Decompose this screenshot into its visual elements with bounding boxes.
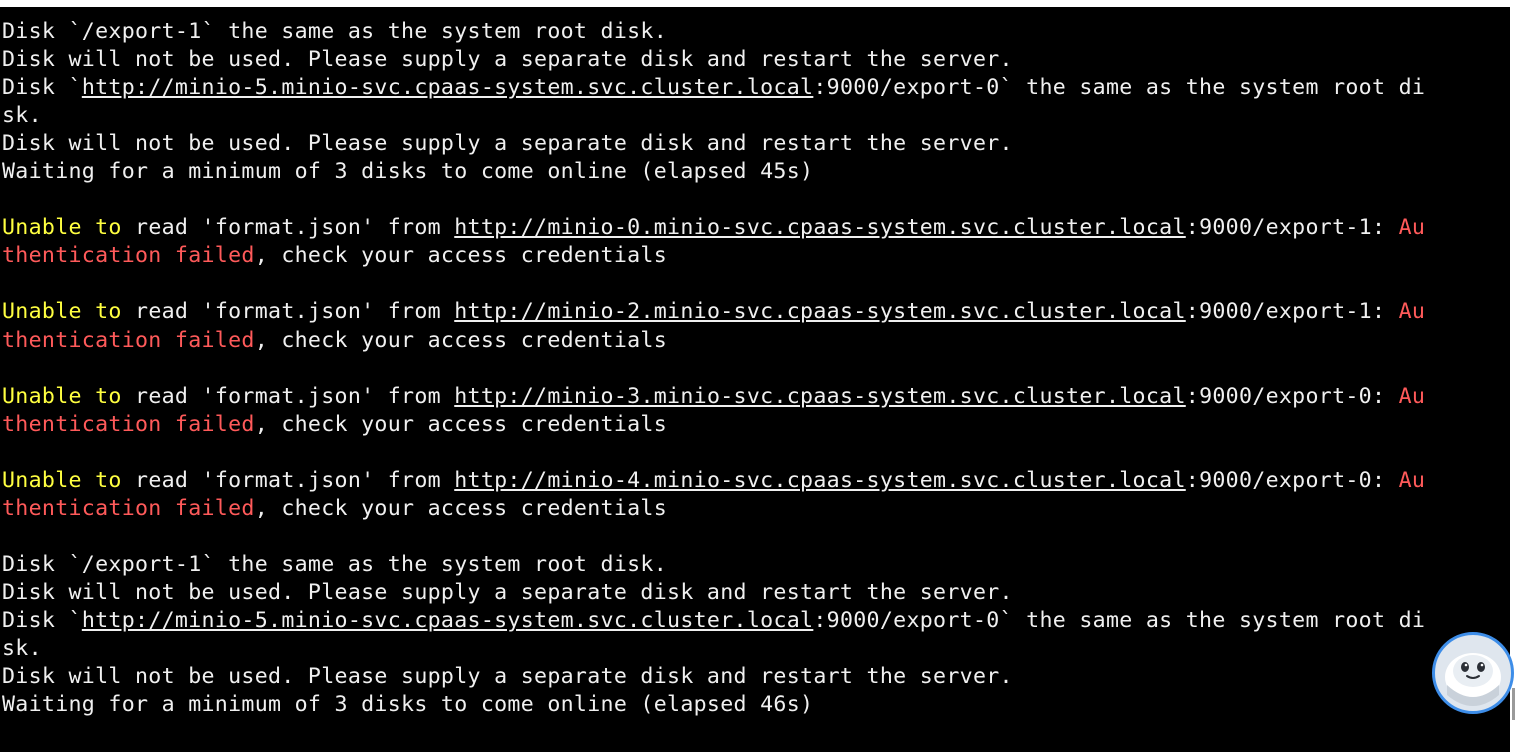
log-text: Au [1398,467,1426,493]
log-text: , check your access credentials [254,411,668,437]
log-text: Disk ` [2,607,82,633]
terminal-line: Unable to read 'format.json' from http:/… [2,467,1425,495]
terminal-line: Disk `/export-1` the same as the system … [2,551,1425,579]
terminal-window[interactable]: Disk `/export-1` the same as the system … [0,7,1510,752]
log-text: Disk will not be used. Please supply a s… [2,579,1013,605]
log-text: , check your access credentials [254,495,668,521]
log-text: Waiting for a minimum of 3 disks to come… [2,159,814,185]
log-url-link[interactable]: http://minio-0.minio-svc.cpaas-system.sv… [454,215,1186,240]
terminal-line: Disk will not be used. Please supply a s… [2,46,1425,74]
log-text: Disk `/export-1` the same as the system … [2,551,668,577]
log-text: :9000/export-1: [1185,215,1399,241]
log-text: read 'format.json' from [121,467,455,493]
log-text: read 'format.json' from [121,215,455,241]
log-text: :9000/export-0: [1185,383,1399,409]
log-text: read 'format.json' from [121,299,455,325]
log-text: read 'format.json' from [121,383,455,409]
terminal-line: Unable to read 'format.json' from http:/… [2,383,1425,411]
log-text: Disk will not be used. Please supply a s… [2,131,1013,157]
log-text: Au [1398,299,1426,325]
terminal-line: thentication failed, check your access c… [2,242,1425,270]
log-text: :9000/export-0` the same as the system r… [813,607,1426,633]
terminal-line: sk. [2,102,1425,130]
log-text: Au [1398,215,1426,241]
log-text: thentication failed [2,411,255,437]
log-url-link[interactable]: http://minio-4.minio-svc.cpaas-system.sv… [454,468,1186,493]
log-text: Unable to [2,299,122,325]
terminal-line: Waiting for a minimum of 3 disks to come… [2,691,1425,719]
terminal-line: Waiting for a minimum of 3 disks to come… [2,158,1425,186]
log-text: thentication failed [2,495,255,521]
terminal-line: Disk will not be used. Please supply a s… [2,579,1425,607]
log-text: thentication failed [2,243,255,269]
log-text: , check your access credentials [254,327,668,353]
terminal-output: Disk `/export-1` the same as the system … [2,18,1425,719]
log-text: sk. [2,103,42,129]
log-text: Unable to [2,383,122,409]
log-url-link[interactable]: http://minio-3.minio-svc.cpaas-system.sv… [454,384,1186,409]
log-text: , check your access credentials [254,243,668,269]
log-url-link[interactable]: http://minio-5.minio-svc.cpaas-system.sv… [82,608,814,633]
terminal-line: Disk `/export-1` the same as the system … [2,18,1425,46]
log-text: :9000/export-1: [1185,299,1399,325]
terminal-line: Disk `http://minio-5.minio-svc.cpaas-sys… [2,74,1425,102]
log-text: thentication failed [2,327,255,353]
terminal-line: thentication failed, check your access c… [2,411,1425,439]
log-text: :9000/export-0: [1185,467,1399,493]
log-text: Disk ` [2,75,82,101]
scrollbar-thumb[interactable] [1512,688,1515,720]
log-text: Disk will not be used. Please supply a s… [2,47,1013,73]
log-text: Waiting for a minimum of 3 disks to come… [2,692,814,718]
terminal-line: Disk will not be used. Please supply a s… [2,663,1425,691]
log-text: Au [1398,383,1426,409]
log-url-link[interactable]: http://minio-2.minio-svc.cpaas-system.sv… [454,299,1186,324]
terminal-line: Unable to read 'format.json' from http:/… [2,214,1425,242]
terminal-line: Disk `http://minio-5.minio-svc.cpaas-sys… [2,607,1425,635]
log-text: sk. [2,636,42,662]
window-edge [1510,0,1519,752]
robot-face-icon [1445,653,1501,706]
terminal-line: thentication failed, check your access c… [2,495,1425,523]
log-text: Disk will not be used. Please supply a s… [2,664,1013,690]
assistant-bubble-button[interactable] [1432,632,1514,714]
log-text: Disk `/export-1` the same as the system … [2,19,668,44]
terminal-line: thentication failed, check your access c… [2,327,1425,355]
log-url-link[interactable]: http://minio-5.minio-svc.cpaas-system.sv… [82,75,814,100]
log-text: Unable to [2,215,122,241]
terminal-line: Unable to read 'format.json' from http:/… [2,298,1425,326]
terminal-line: sk. [2,635,1425,663]
terminal-line: Disk will not be used. Please supply a s… [2,130,1425,158]
log-text: Unable to [2,467,122,493]
log-text: :9000/export-0` the same as the system r… [813,75,1426,101]
